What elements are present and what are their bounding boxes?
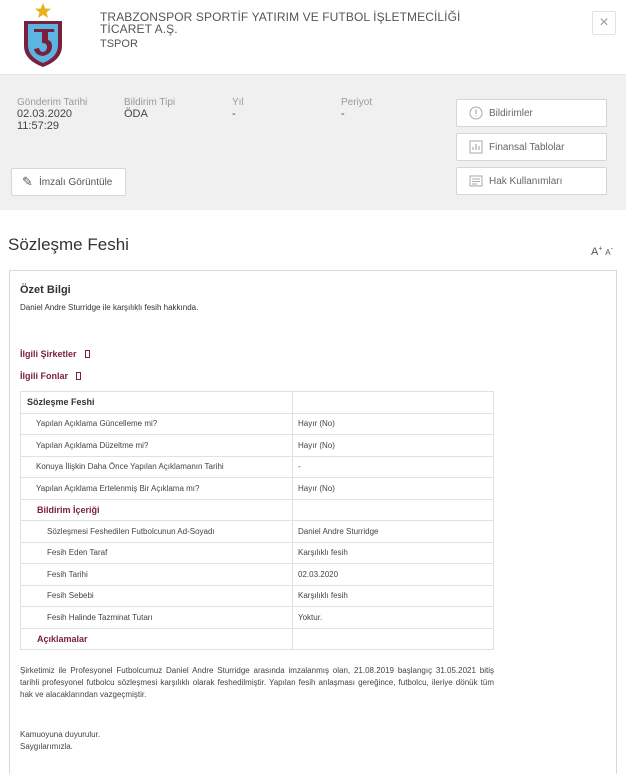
row-label: Yapılan Açıklama Güncelleme mi?: [20, 412, 293, 435]
table-row: Yapılan Açıklama Düzeltme mi? Hayır (No): [20, 434, 494, 457]
row-label: Sözleşmesi Feshedilen Futbolcunun Ad-Soy…: [20, 520, 293, 543]
related-companies-label: İlgili Şirketler: [20, 349, 77, 359]
table-subheader: Bildirim İçeriği: [20, 498, 293, 521]
summary-text: Daniel Andre Sturridge ile karşılıklı fe…: [20, 303, 199, 312]
year-field: Yıl -: [232, 97, 244, 120]
table-row: Sözleşmesi Feshedilen Futbolcunun Ad-Soy…: [20, 520, 494, 543]
row-value: Karşılıklı fesih: [292, 541, 494, 564]
row-value: Hayır (No): [292, 434, 494, 457]
table-row: Konuya İlişkin Daha Önce Yapılan Açıklam…: [20, 455, 494, 478]
chart-icon: [469, 140, 483, 154]
pen-icon: ✎: [22, 174, 33, 189]
signed-view-label: İmzalı Görüntüle: [39, 177, 113, 188]
related-companies-link[interactable]: İlgili Şirketler: [20, 349, 90, 359]
period-field: Periyot -: [341, 97, 372, 120]
notifications-label: Bildirimler: [489, 108, 533, 119]
type-value: ÖDA: [124, 108, 148, 120]
details-table: Sözleşme Feshi Yapılan Açıklama Güncelle…: [20, 391, 494, 650]
expand-icon: [76, 372, 82, 380]
table-header: Sözleşme Feshi: [20, 391, 293, 414]
font-increase-button[interactable]: A+: [591, 246, 603, 258]
summary-title: Özet Bilgi: [20, 284, 71, 296]
send-date-field: Gönderim Tarihi 02.03.2020 11:57:29: [17, 97, 87, 132]
related-funds-link[interactable]: İlgili Fonlar: [20, 371, 82, 381]
table-row: Yapılan Açıklama Güncelleme mi? Hayır (N…: [20, 412, 494, 435]
row-value: Hayır (No): [292, 477, 494, 500]
row-label: Fesih Halinde Tazminat Tutarı: [20, 606, 293, 629]
closing-line: Saygılarımızla.: [20, 742, 73, 751]
ticker: TSPOR: [100, 38, 138, 50]
year-label: Yıl: [232, 97, 244, 108]
row-label: Fesih Eden Taraf: [20, 541, 293, 564]
trabzonspor-logo-icon: [24, 3, 62, 67]
row-label: Fesih Sebebi: [20, 584, 293, 607]
font-decrease-sign: -: [610, 246, 613, 253]
row-value: Yoktur.: [292, 606, 494, 629]
font-size-controls: A+ A-: [591, 246, 613, 258]
explanation-text: Şirketimiz ile Profesyonel Futbolcumuz D…: [20, 666, 494, 699]
closing-line: Kamuoyuna duyurulur.: [20, 730, 101, 739]
row-label: Yapılan Açıklama Düzeltme mi?: [20, 434, 293, 457]
period-value: -: [341, 108, 345, 120]
row-value: Daniel Andre Sturridge: [292, 520, 494, 543]
font-increase-sign: +: [598, 246, 603, 253]
row-label: Konuya İlişkin Daha Önce Yapılan Açıklam…: [20, 455, 293, 478]
close-icon: ×: [599, 14, 609, 31]
table-header-row: Sözleşme Feshi: [20, 391, 494, 414]
rights-label: Hak Kullanımları: [489, 176, 563, 187]
company-name-line: TİCARET A.Ş.: [100, 22, 178, 36]
row-value: Karşılıklı fesih: [292, 584, 494, 607]
row-label: Fesih Tarihi: [20, 563, 293, 586]
expand-icon: [84, 350, 90, 358]
table-row: Fesih Halinde Tazminat Tutarı Yoktur.: [20, 606, 494, 629]
font-decrease-button[interactable]: A-: [605, 246, 613, 258]
explanations-label: Açıklamalar: [20, 627, 293, 650]
table-row: Fesih Sebebi Karşılıklı fesih: [20, 584, 494, 607]
year-value: -: [232, 108, 236, 120]
row-value: -: [292, 455, 494, 478]
table-row: Fesih Eden Taraf Karşılıklı fesih: [20, 541, 494, 564]
company-name: TRABZONSPOR SPORTİF YATIRIM VE FUTBOL İŞ…: [100, 11, 500, 35]
closing-text: Kamuoyuna duyurulur. Saygılarımızla.: [20, 729, 100, 753]
notifications-button[interactable]: Bildirimler: [456, 99, 607, 127]
rights-button[interactable]: Hak Kullanımları: [456, 167, 607, 195]
send-time-value: 11:57:29: [17, 120, 60, 132]
table-subheader-row: Bildirim İçeriği: [20, 498, 494, 521]
related-funds-label: İlgili Fonlar: [20, 371, 69, 381]
row-label: Yapılan Açıklama Ertelenmiş Bir Açıklama…: [20, 477, 293, 500]
period-label: Periyot: [341, 97, 373, 108]
header: TRABZONSPOR SPORTİF YATIRIM VE FUTBOL İŞ…: [0, 0, 626, 74]
table-explanations-row: Açıklamalar: [20, 627, 494, 650]
page-title: Sözleşme Feshi: [8, 235, 129, 254]
disclosure-meta: Gönderim Tarihi 02.03.2020 11:57:29 Bild…: [0, 74, 626, 210]
row-value: 02.03.2020: [292, 563, 494, 586]
financial-tables-label: Finansal Tablolar: [489, 142, 565, 153]
type-field: Bildirim Tipi ÖDA: [124, 97, 175, 120]
type-label: Bildirim Tipi: [124, 97, 176, 108]
signed-view-button[interactable]: ✎ İmzalı Görüntüle: [11, 168, 126, 196]
table-row: Yapılan Açıklama Ertelenmiş Bir Açıklama…: [20, 477, 494, 500]
disclosure-content: Özet Bilgi Daniel Andre Sturridge ile ka…: [9, 270, 617, 774]
row-value: Hayır (No): [292, 412, 494, 435]
send-date-value: 02.03.2020: [17, 108, 73, 120]
alert-circle-icon: [469, 106, 483, 120]
close-button[interactable]: ×: [592, 11, 616, 35]
document-icon: [469, 174, 483, 188]
financial-tables-button[interactable]: Finansal Tablolar: [456, 133, 607, 161]
table-row: Fesih Tarihi 02.03.2020: [20, 563, 494, 586]
send-date-label: Gönderim Tarihi: [17, 97, 88, 108]
